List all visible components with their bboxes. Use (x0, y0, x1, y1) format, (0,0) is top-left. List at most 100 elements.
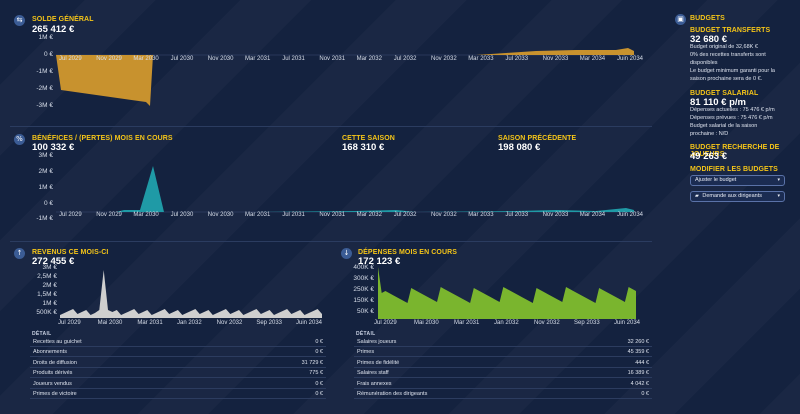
table-row: Abonnements 0 € (30, 348, 326, 357)
row-value: 4 042 € (630, 380, 649, 387)
y-tick: 250K € (353, 286, 374, 293)
row-value: 31 729 € (301, 359, 323, 366)
row-label: Salaires joueurs (357, 338, 397, 345)
y-tick: 2M € (42, 282, 57, 289)
x-tick: Juin 2034 (614, 320, 641, 326)
row-value: 32 260 € (627, 338, 649, 345)
modify-title: MODIFIER LES BUDGETS (690, 166, 778, 173)
row-value: 0 € (315, 349, 323, 355)
benefices-area (56, 166, 634, 212)
x-tick: Nov 2033 (542, 212, 569, 218)
transfer-line: Le budget minimum garanti pour la saison… (690, 68, 775, 82)
y-tick: 0 € (43, 51, 53, 58)
x-tick: Mar 2033 (468, 212, 494, 218)
table-row: Primes de fidélité 444 € (354, 358, 652, 368)
x-tick: Mar 2032 (356, 212, 382, 218)
revenus-area-svg (60, 270, 322, 318)
x-tick: Mar 2030 (133, 56, 159, 62)
arrow-up-icon: ↑ (14, 248, 25, 259)
budgets-title: BUDGETS (690, 15, 725, 22)
x-tick: Mar 2031 (137, 320, 163, 326)
x-tick: Nov 2029 (96, 212, 122, 218)
x-tick: Mar 2034 (579, 56, 606, 62)
wallet-icon: ▣ (675, 14, 686, 25)
y-tick: 300K € (353, 275, 374, 282)
x-tick: Mai 2030 (97, 320, 123, 326)
transfer-line: Budget original de 32,68K € (690, 44, 758, 50)
benefices-title: BÉNÉFICES / (PERTES) MOIS EN COURS (32, 135, 173, 142)
row-value: 0 € (315, 391, 323, 397)
x-tick: Mar 2033 (468, 56, 494, 62)
y-tick: 1M € (38, 184, 53, 191)
x-tick: Sep 2033 (256, 320, 283, 326)
x-tick: Jul 2030 (170, 212, 194, 218)
arrow-down-icon: ↓ (341, 248, 352, 259)
table-row: Droits de diffusion 31 729 € (30, 358, 326, 368)
depenses-area (378, 267, 636, 319)
solde-area-svg (56, 48, 636, 106)
y-tick: -3M € (36, 102, 53, 109)
transfer-line: 0% des recettes transferts sont disponib… (690, 52, 766, 66)
x-tick: Mar 2031 (454, 320, 480, 326)
row-label: Salaires staff (357, 370, 389, 376)
x-tick: Mar 2034 (579, 212, 606, 218)
row-label: Primes de fidélité (357, 359, 400, 366)
row-label: Joueurs vendus (33, 380, 72, 387)
row-label: Primes (357, 349, 375, 355)
revenus-area (60, 270, 322, 318)
row-value: 444 € (635, 359, 649, 366)
table-row: Joueurs vendus 0 € (30, 379, 326, 389)
request-board-button[interactable]: ▰ Demande aux dirigeants ▾ (690, 191, 785, 202)
divider (10, 241, 652, 242)
table-row: Primes 45 359 € (354, 348, 652, 357)
table-row: Salaires staff 16 389 € (354, 369, 652, 378)
adjust-budget-button[interactable]: Ajuster le budget ▾ (690, 175, 785, 186)
x-tick: Jan 2032 (494, 320, 519, 326)
percent-icon: % (14, 134, 25, 145)
y-tick: -1M € (36, 68, 53, 75)
x-tick: Nov 2031 (319, 56, 346, 62)
x-tick: Jul 2029 (59, 212, 82, 218)
row-value: 0 € (641, 391, 649, 397)
y-tick: 1M € (38, 34, 53, 41)
row-label: Frais annexes (357, 380, 392, 387)
row-label: Recettes au guichet (33, 338, 82, 345)
x-tick: Jul 2033 (505, 212, 529, 218)
divider (10, 126, 652, 127)
y-tick: 1,5M € (37, 291, 57, 298)
y-tick: 400K € (353, 264, 374, 271)
saison-prec-title: SAISON PRÉCÉDENTE (498, 135, 577, 142)
row-label: Abonnements (33, 349, 67, 355)
row-label: Produits dérivés (33, 370, 73, 376)
x-tick: Mar 2030 (133, 212, 159, 218)
row-label: Primes de victoire (33, 391, 77, 397)
depenses-area-svg (378, 267, 636, 319)
x-tick: Sep 2033 (574, 320, 600, 326)
x-tick: Juin 2034 (617, 56, 644, 62)
table-row: Primes de victoire 0 € (30, 390, 326, 399)
x-tick: Jul 2033 (505, 56, 529, 62)
x-tick: Nov 2029 (96, 56, 122, 62)
row-value: 775 € (309, 370, 323, 376)
y-tick: 0 € (43, 200, 53, 207)
x-tick: Jul 2029 (59, 56, 82, 62)
salary-line: Budget salarial de la saison prochaine :… (690, 123, 758, 137)
x-tick: Nov 2033 (542, 56, 569, 62)
x-tick: Jul 2030 (170, 56, 194, 62)
x-tick: Nov 2032 (534, 320, 560, 326)
y-tick: 2M € (38, 168, 53, 175)
salary-title: BUDGET SALARIAL (690, 90, 759, 97)
y-tick: 150K € (353, 297, 374, 304)
row-value: 0 € (315, 380, 323, 387)
row-value: 16 389 € (627, 370, 649, 376)
saison-title: CETTE SAISON (342, 135, 395, 142)
adjust-budget-label: Ajuster le budget (695, 177, 737, 183)
chevron-down-icon: ▾ (777, 193, 780, 199)
x-tick: Nov 2030 (207, 56, 234, 62)
table-row: Recettes au guichet 0 € (30, 337, 326, 347)
x-tick: Nov 2031 (319, 212, 346, 218)
request-board-label: Demande aux dirigeants (702, 193, 763, 199)
table-row: Rémunération des dirigeants 0 € (354, 390, 652, 399)
y-tick: 3M € (38, 152, 53, 159)
chat-icon: ▰ (695, 193, 699, 199)
